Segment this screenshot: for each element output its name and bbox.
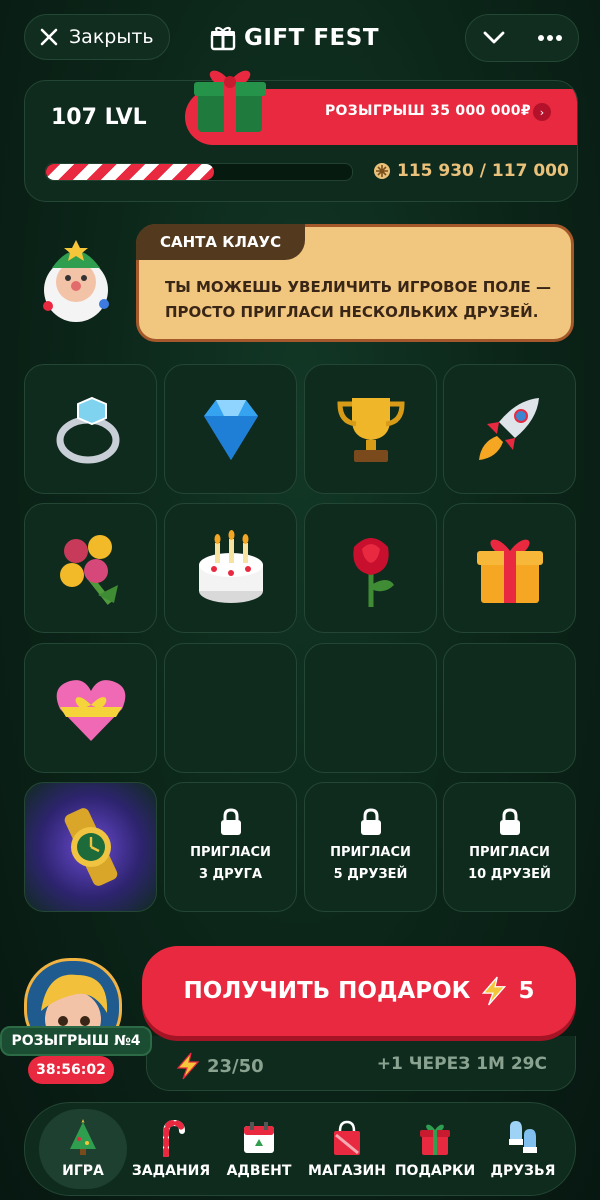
watch-icon (64, 808, 117, 886)
nav-label: ДРУЗЬЯ (490, 1163, 556, 1179)
close-button[interactable]: Закрыть (24, 14, 170, 60)
mittens-icon (509, 1121, 537, 1153)
candy-cane-icon (163, 1119, 185, 1157)
grid-cell-empty[interactable] (304, 643, 437, 773)
santa-speech-bubble: САНТА КЛАУС ТЫ МОЖЕШЬ УВЕЛИЧИТЬ ИГРОВОЕ … (136, 224, 574, 342)
nav-item-shop[interactable]: МАГАЗИН (303, 1103, 391, 1195)
grid-cell-rocket[interactable] (443, 364, 576, 494)
draw-timer: 38:56:02 (28, 1056, 114, 1084)
draw-label[interactable]: РОЗЫГРЫШ №4 (0, 1026, 152, 1056)
lock-icon (499, 808, 520, 835)
grid-cell-ring[interactable] (24, 364, 157, 494)
grid-cell-cake[interactable] (164, 503, 297, 633)
claim-label: ПОЛУЧИТЬ ПОДАРОК (183, 978, 471, 1004)
level-progress-fill (46, 164, 214, 180)
lightning-icon (176, 1052, 200, 1080)
grid-cell-rose[interactable] (304, 503, 437, 633)
rocket-icon (478, 398, 539, 460)
close-icon (40, 28, 58, 46)
grid-cell-trophy[interactable] (304, 364, 437, 494)
top-menu (465, 14, 579, 62)
nav-item-gifts[interactable]: ПОДАРКИ (391, 1103, 479, 1195)
heart-gift-icon (56, 680, 125, 741)
santa-message: ТЫ МОЖЕШЬ УВЕЛИЧИТЬ ИГРОВОЕ ПОЛЕ — ПРОСТ… (165, 278, 552, 321)
bottom-nav: ИГРА ЗАДАНИЯ АДВЕНТ МАГАЗИН ПОДАРКИ ДРУЗ… (24, 1102, 576, 1196)
score-readout: 115 930 / 117 000 (373, 161, 569, 181)
brand-title: GIFT FEST (210, 18, 390, 58)
header-gift-icon (194, 70, 266, 132)
level-progress-bar (45, 163, 353, 181)
gift-icon (420, 1124, 450, 1155)
lock-icon (360, 808, 381, 835)
ring-icon (56, 396, 119, 464)
grid-cell-watch[interactable] (24, 782, 157, 912)
score-value: 115 930 / 117 000 (397, 161, 569, 181)
lock-requirement: ПРИГЛАСИ 10 ДРУЗЕЙ (468, 845, 551, 882)
claim-gift-button[interactable]: ПОЛУЧИТЬ ПОДАРОК 5 (142, 946, 576, 1036)
lock-requirement: ПРИГЛАСИ 3 ДРУГА (190, 845, 271, 882)
grid-cell-heart-gift[interactable] (24, 643, 157, 773)
energy-refill-timer: +1 ЧЕРЕЗ 1М 29С (376, 1054, 547, 1074)
gift-box-icon (476, 539, 543, 603)
shopping-bag-icon (334, 1120, 360, 1155)
diamond-icon (203, 400, 258, 460)
prize-text: РОЗЫГРЫШ 35 000 000₽ (325, 103, 531, 119)
chevron-down-icon[interactable] (482, 30, 506, 46)
gift-logo-icon (210, 26, 236, 51)
grid-cell-empty[interactable] (164, 643, 297, 773)
more-dots-icon[interactable] (537, 34, 563, 42)
claim-cost: 5 (518, 978, 535, 1004)
grid-cell-locked[interactable]: ПРИГЛАСИ 5 ДРУЗЕЙ (304, 782, 437, 912)
nav-label: МАГАЗИН (308, 1163, 386, 1179)
brand-name: GIFT FEST (244, 25, 380, 51)
energy-readout: 23/50 (175, 1052, 264, 1080)
grid-cell-diamond[interactable] (164, 364, 297, 494)
grid-cell-gift-box[interactable] (443, 503, 576, 633)
grid-cell-locked[interactable]: ПРИГЛАСИ 3 ДРУГА (164, 782, 297, 912)
close-label: Закрыть (69, 26, 154, 48)
nav-label: ЗАДАНИЯ (131, 1163, 211, 1179)
nav-label: ИГРА (62, 1163, 104, 1179)
santa-avatar-icon (43, 240, 109, 322)
level-label: 107 LVL (51, 105, 147, 130)
nav-item-game[interactable]: ИГРА (39, 1103, 127, 1195)
grid-cell-locked[interactable]: ПРИГЛАСИ 10 ДРУЗЕЙ (443, 782, 576, 912)
lightning-icon (482, 976, 507, 1006)
chevron-right-icon[interactable]: › (533, 103, 551, 121)
speaker-tag: САНТА КЛАУС (136, 224, 306, 260)
grid-cell-empty[interactable] (443, 643, 576, 773)
rose-icon (352, 538, 394, 607)
energy-row: 23/50 +1 ЧЕРЕЗ 1М 29С (146, 1036, 576, 1091)
nav-item-tasks[interactable]: ЗАДАНИЯ (127, 1103, 215, 1195)
level-card: 107 LVL РОЗЫГРЫШ 35 000 000₽ › 115 930 /… (24, 80, 578, 202)
trophy-icon (336, 398, 405, 462)
lock-icon (220, 808, 241, 835)
cake-icon (198, 530, 263, 603)
lock-requirement: ПРИГЛАСИ 5 ДРУЗЕЙ (330, 845, 411, 882)
bouquet-icon (59, 535, 118, 605)
christmas-tree-icon (70, 1119, 96, 1155)
nav-label: ПОДАРКИ (394, 1163, 476, 1179)
nav-item-advent[interactable]: АДВЕНТ (215, 1103, 303, 1195)
nav-label: АДВЕНТ (226, 1163, 292, 1179)
energy-value: 23/50 (207, 1055, 264, 1077)
grid-cell-bouquet[interactable] (24, 503, 157, 633)
snowflake-icon (374, 163, 390, 179)
nav-item-friends[interactable]: ДРУЗЬЯ (479, 1103, 567, 1195)
calendar-icon (244, 1122, 274, 1153)
